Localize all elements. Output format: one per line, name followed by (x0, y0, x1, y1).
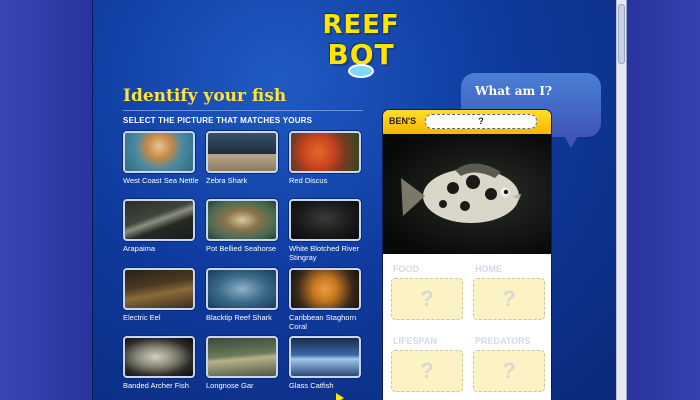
electric-eel-photo[interactable] (123, 268, 195, 310)
archer-fish-illustration (401, 163, 521, 223)
home-label: HOME (475, 264, 502, 274)
arapaima-photo[interactable] (123, 199, 195, 241)
fish-option-blacktip-shark[interactable]: Blacktip Reef Shark (206, 268, 284, 322)
fish-label: Electric Eel (123, 313, 161, 322)
predators-value: ? (473, 350, 545, 392)
predators-label: PREDATORS (475, 336, 531, 346)
fish-option-seahorse[interactable]: Pot Bellied Seahorse (206, 199, 284, 253)
fish-label: Banded Archer Fish (123, 381, 189, 390)
fish-option-electric-eel[interactable]: Electric Eel (123, 268, 201, 322)
card-details: FOOD ? HOME ? LIFESPAN ? PREDATORS ? (383, 254, 551, 400)
fish-option-red-discus[interactable]: Red Discus (289, 131, 367, 185)
left-backdrop (0, 0, 92, 400)
fish-id-card: BEN'S ? FOOD ? HOME ? LIFESPAN ? PREDATO… (383, 110, 551, 400)
fish-option-longnose-gar[interactable]: Longnose Gar (206, 336, 284, 390)
right-backdrop (627, 0, 700, 400)
glass-catfish-photo[interactable] (289, 336, 361, 378)
staghorn-coral-photo[interactable] (289, 268, 361, 310)
card-header: BEN'S ? (383, 110, 551, 134)
fish-label: White Blotched River Stingray (289, 244, 360, 262)
fish-label: West Coast Sea Nettle (123, 176, 199, 185)
answer-field: ? (425, 114, 537, 129)
zebra-shark-photo[interactable] (206, 131, 278, 173)
stingray-photo[interactable] (289, 199, 361, 241)
fish-option-arapaima[interactable]: Arapaima (123, 199, 201, 253)
reefbot-logo: REEF BOT (311, 6, 411, 82)
instructions: SELECT THE PICTURE THAT MATCHES YOURS (123, 116, 313, 125)
fish-label: Longnose Gar (206, 381, 254, 390)
fish-label: Arapaima (123, 244, 156, 253)
fish-label: Glass Catfish (289, 381, 334, 390)
fish-option-staghorn-coral[interactable]: Caribbean Staghorn Coral (289, 268, 367, 331)
mystery-fish-photo (383, 134, 551, 254)
vertical-scrollbar[interactable] (616, 0, 626, 400)
fish-label: Red Discus (289, 176, 328, 185)
longnose-gar-photo[interactable] (206, 336, 278, 378)
home-value: ? (473, 278, 545, 320)
fish-label: Caribbean Staghorn Coral (289, 313, 357, 331)
game-window: REEF BOT Identify your fish SELECT THE P… (92, 0, 627, 400)
blacktip-shark-photo[interactable] (206, 268, 278, 310)
seahorse-photo[interactable] (206, 199, 278, 241)
fish-label: Zebra Shark (206, 176, 248, 185)
page-title: Identify your fish (123, 86, 287, 106)
archer-fish-photo[interactable] (123, 336, 195, 378)
next-arrow-icon[interactable] (336, 393, 344, 400)
speech-bubble-text: What am I? (475, 84, 552, 98)
red-discus-photo[interactable] (289, 131, 361, 173)
fish-label: Blacktip Reef Shark (206, 313, 272, 322)
food-value: ? (391, 278, 463, 320)
logo-lens-icon (348, 64, 374, 78)
scrollbar-thumb[interactable] (618, 4, 625, 64)
sea-nettle-photo[interactable] (123, 131, 195, 173)
title-divider (123, 110, 363, 111)
fish-option-stingray[interactable]: White Blotched River Stingray (289, 199, 367, 262)
fish-option-archer-fish[interactable]: Banded Archer Fish (123, 336, 201, 390)
speech-bubble-tail (563, 134, 579, 148)
card-owner: BEN'S (389, 116, 417, 126)
fish-option-glass-catfish[interactable]: Glass Catfish (289, 336, 367, 390)
logo-reef: REEF (322, 10, 400, 40)
fish-label: Pot Bellied Seahorse (206, 244, 277, 253)
fish-option-zebra-shark[interactable]: Zebra Shark (206, 131, 284, 185)
lifespan-label: LIFESPAN (393, 336, 437, 346)
lifespan-value: ? (391, 350, 463, 392)
fish-option-sea-nettle[interactable]: West Coast Sea Nettle (123, 131, 201, 185)
food-label: FOOD (393, 264, 419, 274)
